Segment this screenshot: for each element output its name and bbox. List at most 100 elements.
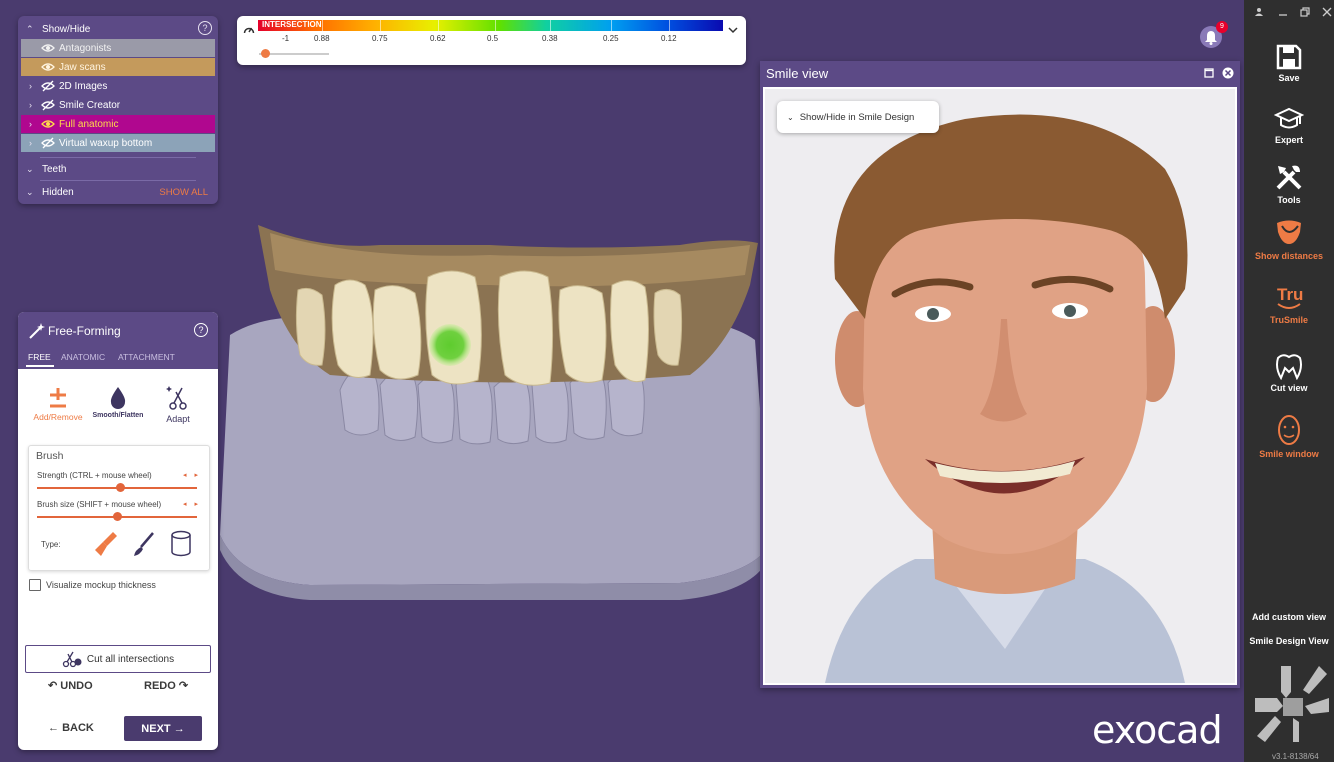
layer-item-virtual-waxup-bottom[interactable]: › Virtual waxup bottom xyxy=(21,134,215,152)
chevron-right-icon[interactable]: › xyxy=(29,138,41,148)
tab-attachment[interactable]: ATTACHMENT xyxy=(118,352,175,362)
maximize-icon[interactable] xyxy=(1204,68,1214,78)
user-icon[interactable] xyxy=(1254,7,1264,17)
smile-design-view-button[interactable]: Smile Design View xyxy=(1244,636,1334,646)
expert-button[interactable]: Expert xyxy=(1244,106,1334,145)
add-remove-tool[interactable]: Add/Remove xyxy=(30,386,86,422)
tools-button[interactable]: Tools xyxy=(1244,162,1334,205)
chevron-down-icon[interactable] xyxy=(728,26,738,34)
show-distances-button[interactable]: Show distances xyxy=(1244,218,1334,261)
show-distances-label: Show distances xyxy=(1254,251,1324,261)
round-brush-icon[interactable] xyxy=(131,530,157,558)
save-label: Save xyxy=(1278,73,1300,83)
cut-view-button[interactable]: Cut view xyxy=(1244,352,1334,393)
intersection-tick-line xyxy=(550,20,551,31)
strength-slider[interactable] xyxy=(37,483,197,492)
intersection-tick-label: 0.5 xyxy=(487,34,499,43)
drop-icon xyxy=(110,387,126,409)
eye-icon[interactable] xyxy=(41,41,55,55)
layer-label: Full anatomic xyxy=(59,118,119,130)
strength-stepper-icon[interactable]: ◂ ▸ xyxy=(183,471,201,479)
intersection-color-scale xyxy=(258,20,723,31)
teeth-group[interactable]: ⌄ Teeth xyxy=(18,160,218,178)
smile-design-view-label: Smile Design View xyxy=(1249,636,1329,646)
layer-item-antagonists[interactable]: Antagonists xyxy=(21,39,215,57)
eye-icon[interactable] xyxy=(41,117,55,131)
intersection-label: INTERSECTION xyxy=(262,20,322,29)
chevron-right-icon[interactable]: › xyxy=(29,81,41,91)
brush-title: Brush xyxy=(36,450,64,462)
eye-off-icon[interactable] xyxy=(41,98,55,112)
intersection-tick-label: 0.12 xyxy=(661,34,677,43)
layer-item-jaw-scans[interactable]: Jaw scans xyxy=(21,58,215,76)
redo-icon: ↷ xyxy=(178,680,189,692)
add-remove-icon xyxy=(50,388,66,408)
eye-icon[interactable] xyxy=(41,60,55,74)
brush-cursor xyxy=(429,324,471,366)
layer-item-full-anatomic[interactable]: › Full anatomic xyxy=(21,115,215,133)
smile-window-button[interactable]: Smile window xyxy=(1244,414,1334,459)
intersection-tick-line xyxy=(611,20,612,31)
redo-button[interactable]: REDO ↷ xyxy=(144,679,188,692)
undo-button[interactable]: ↶ UNDO xyxy=(48,679,93,692)
brush-size-label: Brush size (SHIFT + mouse wheel) xyxy=(37,500,162,509)
adapt-icon xyxy=(166,386,187,410)
show-hide-header[interactable]: ⌃ Show/Hide xyxy=(18,20,218,38)
eye-off-icon[interactable] xyxy=(41,79,55,93)
cut-all-label: Cut all intersections xyxy=(86,653,175,665)
minimize-icon[interactable] xyxy=(1278,7,1288,17)
help-icon[interactable]: ? xyxy=(194,323,208,337)
tab-free[interactable]: FREE xyxy=(28,352,51,362)
intersection-tick-label: -1 xyxy=(282,34,290,43)
show-hide-panel: ⌃ Show/Hide ? Antagonists Jaw scans › 2D… xyxy=(18,16,218,204)
brush-size-slider-knob[interactable] xyxy=(113,512,122,521)
arrow-left-icon: ← xyxy=(48,722,59,734)
face-icon xyxy=(1278,415,1300,445)
cylinder-brush-icon[interactable] xyxy=(169,530,193,558)
restore-icon[interactable] xyxy=(1300,7,1310,17)
save-icon xyxy=(1276,44,1302,70)
next-button[interactable]: NEXT → xyxy=(124,716,202,741)
eye-off-icon[interactable] xyxy=(41,136,55,150)
save-button[interactable]: Save xyxy=(1244,44,1334,83)
flat-brush-icon[interactable] xyxy=(93,530,119,558)
active-tab-indicator xyxy=(26,365,54,367)
smile-design-dropdown[interactable]: ⌄ Show/Hide in Smile Design xyxy=(777,101,939,133)
chevron-right-icon[interactable]: › xyxy=(29,100,41,110)
visualize-checkbox[interactable] xyxy=(29,579,41,591)
dental-model[interactable] xyxy=(210,215,770,600)
divider xyxy=(40,180,196,181)
layer-item-smile-creator[interactable]: › Smile Creator xyxy=(21,96,215,114)
close-app-icon[interactable] xyxy=(1322,7,1332,17)
help-icon[interactable]: ? xyxy=(198,21,212,35)
strength-slider-knob[interactable] xyxy=(116,483,126,492)
tools-icon xyxy=(1276,165,1302,190)
smile-window-label: Smile window xyxy=(1259,449,1319,459)
next-label: NEXT xyxy=(141,722,171,735)
layer-item-2d-images[interactable]: › 2D Images xyxy=(21,77,215,95)
smooth-flatten-tool[interactable]: Smooth/Flatten xyxy=(88,386,148,419)
tools-label: Tools xyxy=(1277,195,1301,205)
free-forming-title: Free-Forming xyxy=(48,324,121,338)
brush-size-slider[interactable] xyxy=(37,512,197,521)
back-button[interactable]: ← BACK xyxy=(48,722,94,734)
trusmile-label: TruSmile xyxy=(1269,315,1308,325)
layer-label: Jaw scans xyxy=(59,61,106,73)
adapt-tool[interactable]: Adapt xyxy=(154,384,202,424)
svg-text:Tru: Tru xyxy=(1277,285,1303,304)
gauge-icon xyxy=(243,27,255,34)
face-photo[interactable]: ⌄ Show/Hide in Smile Design xyxy=(763,87,1237,685)
hidden-label: Hidden xyxy=(42,186,74,198)
show-all-link[interactable]: SHOW ALL xyxy=(159,187,208,198)
intersection-tick-label: 0.38 xyxy=(542,34,558,43)
intersection-slider-knob[interactable] xyxy=(261,49,270,58)
close-icon[interactable] xyxy=(1222,67,1234,79)
chevron-down-icon: ⌄ xyxy=(26,186,34,197)
chevron-right-icon[interactable]: › xyxy=(29,119,41,129)
view-cube-navigator[interactable] xyxy=(1253,662,1331,744)
tab-anatomic[interactable]: ANATOMIC xyxy=(61,352,105,362)
brush-size-stepper-icon[interactable]: ◂ ▸ xyxy=(183,500,201,508)
trusmile-button[interactable]: Tru TruSmile xyxy=(1244,284,1334,325)
add-custom-view-button[interactable]: Add custom view xyxy=(1244,612,1334,622)
cut-all-intersections-button[interactable]: Cut all intersections xyxy=(25,645,211,673)
